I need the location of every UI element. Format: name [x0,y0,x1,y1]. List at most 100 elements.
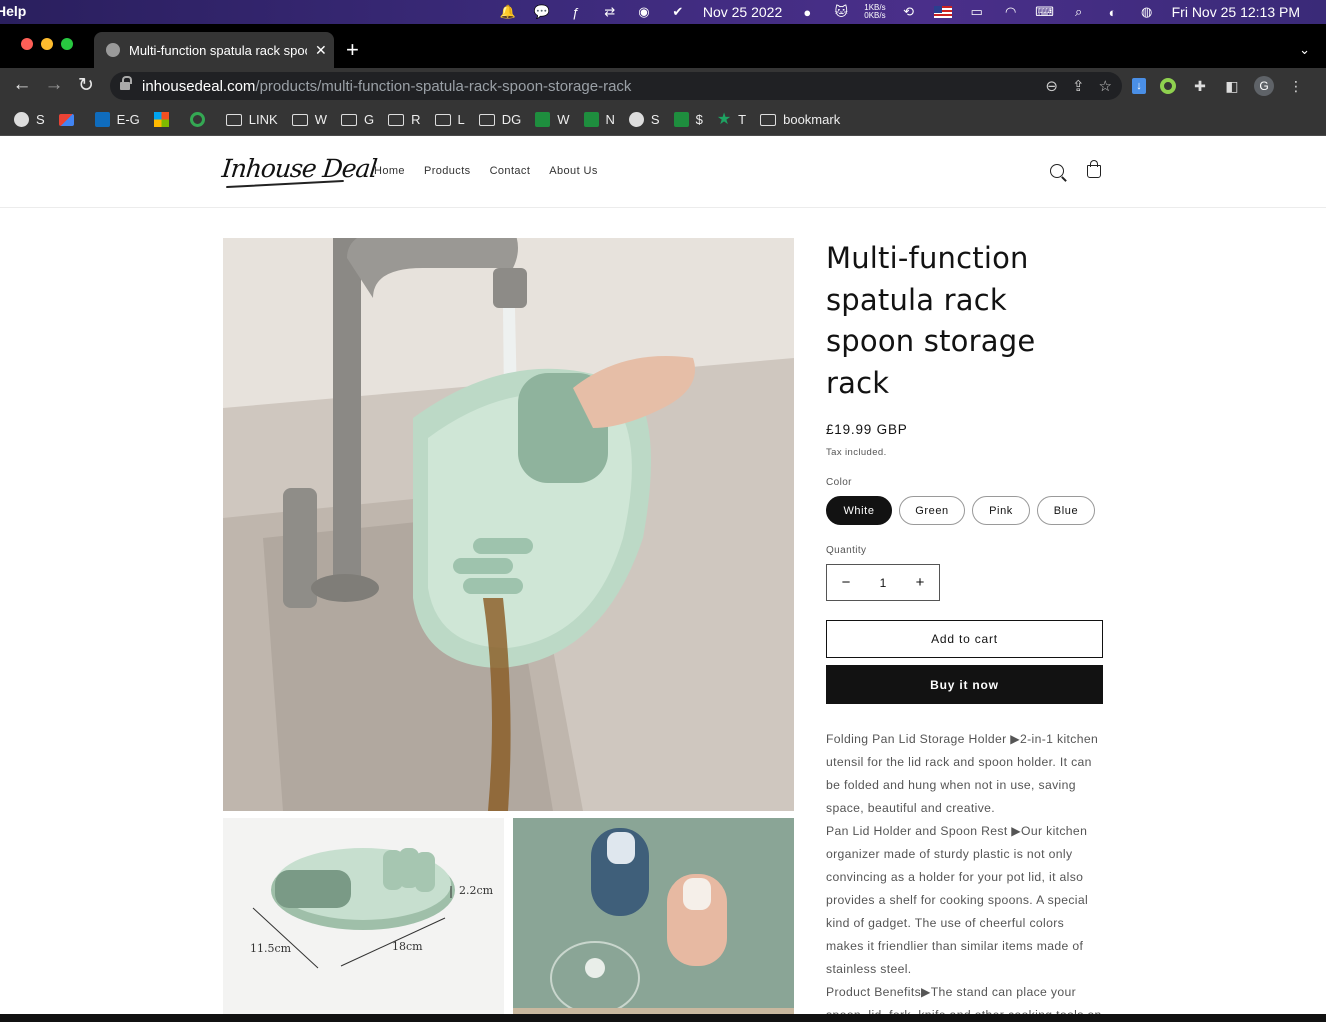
nav-about-us[interactable]: About Us [549,165,597,177]
color-option-green[interactable]: Green [899,496,965,525]
color-option-pink[interactable]: Pink [972,496,1030,525]
back-button[interactable]: ← [11,74,33,96]
search-icon[interactable] [1050,164,1064,178]
url-text[interactable]: inhousedeal.com/products/multi-function-… [142,78,631,95]
bookmark-label: bookmark [783,112,841,127]
wechat-icon[interactable]: 💬 [533,4,551,20]
bookmarks-bar: S E-G LINK W G R L DG W N S $ ★ Tbookmark [0,104,1326,136]
battery-icon[interactable]: ▭ [968,4,986,20]
media-icon[interactable]: ● [798,4,816,20]
bookmark-item[interactable] [153,112,176,127]
checkmark-app-icon[interactable]: ✔ [669,4,687,20]
bookmark-item[interactable]: W [291,112,327,127]
window-close-button[interactable] [21,38,33,50]
color-label: Color [826,477,852,488]
forward-button[interactable]: → [43,74,65,96]
bookmark-item[interactable]: N [583,112,615,127]
bookmark-item[interactable] [189,112,212,127]
nav-home[interactable]: Home [374,165,405,177]
zoom-icon[interactable]: ⊖ [1045,77,1058,95]
time-machine-icon[interactable]: ⟲ [900,4,918,20]
script-icon[interactable]: ƒ [567,4,585,20]
control-center-icon[interactable]: ◐ [1104,4,1122,20]
bookmark-item[interactable]: LINK [225,112,278,127]
bookmark-item[interactable]: S [14,112,45,127]
quantity-value[interactable]: 1 [880,576,887,590]
menubar-clock[interactable]: Fri Nov 25 12:13 PM [1172,4,1300,20]
quantity-label: Quantity [826,545,867,556]
color-option-blue[interactable]: Blue [1037,496,1095,525]
input-source-flag-icon[interactable] [933,4,952,20]
notification-bell-icon[interactable]: 🔔 [499,4,517,20]
product-main-image[interactable] [223,238,794,811]
window-bottom-edge [0,1014,1326,1022]
product-thumbnail-wall-mount[interactable] [513,818,794,1014]
ring-extension-icon[interactable] [1158,76,1178,96]
window-maximize-button[interactable] [61,38,73,50]
cat-icon[interactable]: 🐱 [832,4,850,20]
dimension-width-label: 11.5cm [250,942,292,955]
share-icon[interactable]: ⇪ [1072,77,1085,95]
web-page: Inhouse Deal Home Products Contact About… [0,136,1326,1014]
bookmark-item[interactable] [58,113,81,126]
side-panel-icon[interactable]: ◧ [1222,76,1242,96]
bookmark-item[interactable]: $ [673,112,703,127]
bookmark-item[interactable]: L [434,112,465,127]
wifi-icon[interactable]: ◠ [1002,4,1020,20]
cross-icon [673,112,689,127]
network-speed: 1KB/s 0KB/s [864,4,885,20]
folder-icon [340,113,357,126]
help-menu[interactable]: Help [0,3,26,19]
sink-scene-illustration [223,238,794,811]
product-thumbnail-dimensions[interactable]: 2.2cm 11.5cm 18cm [223,818,504,1014]
gmail-icon [58,113,74,126]
tab-close-icon[interactable]: ✕ [315,42,327,59]
bookmark-item[interactable]: ★ T [717,112,747,128]
bookmark-item[interactable]: DG [478,112,521,127]
profile-avatar[interactable]: G [1254,76,1274,96]
new-tab-button[interactable]: + [346,39,359,61]
bookmark-star-icon[interactable]: ☆ [1099,77,1112,95]
wall-mount-scene [513,818,794,1014]
folder-icon [434,113,451,126]
cross-icon [535,112,551,127]
nav-products[interactable]: Products [424,165,471,177]
store-logo[interactable]: Inhouse Deal [220,154,378,183]
window-minimize-button[interactable] [41,38,53,50]
store-nav: Home Products Contact About Us [374,165,598,177]
add-to-cart-button[interactable]: Add to cart [826,620,1103,658]
bookmark-item[interactable]: W [535,112,570,127]
mascot-icon[interactable]: ◉ [635,4,653,20]
menubar-date[interactable]: Nov 25 2022 [703,4,782,20]
teamviewer-icon[interactable]: ⇄ [601,4,619,20]
active-tab[interactable]: Multi-function spatula rack spoon storag… [94,32,334,68]
quantity-increment-button[interactable]: + [915,574,925,591]
bookmark-item[interactable]: E-G [94,112,140,127]
quantity-decrement-button[interactable]: − [841,574,851,591]
address-bar[interactable]: inhousedeal.com/products/multi-function-… [110,72,1122,100]
keyboard-icon[interactable]: ⌨ [1035,4,1054,20]
bookmark-item[interactable]: R [388,112,421,127]
color-options: White Green Pink Blue [826,496,1104,525]
bookmark-item[interactable]: S [628,112,660,127]
spotlight-search-icon[interactable]: ⌕ [1070,4,1088,20]
nav-contact[interactable]: Contact [490,165,531,177]
folder-icon [225,113,242,126]
bookmark-label: T [738,112,747,127]
product-price: £19.99 GBP [826,422,908,437]
microsoft-icon [153,112,169,127]
tab-search-chevron-icon[interactable]: ⌄ [1299,42,1310,58]
tab-title: Multi-function spatula rack spoon storag… [129,42,307,58]
cart-icon[interactable] [1087,160,1101,178]
bookmark-item[interactable]: bookmark [760,112,840,127]
siri-icon[interactable]: ◍ [1138,4,1156,20]
bookmark-label: G [363,112,375,127]
extensions-puzzle-icon[interactable]: ✚ [1190,76,1210,96]
buy-it-now-button[interactable]: Buy it now [826,665,1103,704]
browser-menu-icon[interactable]: ⋮ [1286,76,1306,96]
download-extension-icon[interactable]: ↓ [1132,78,1146,94]
lock-icon[interactable] [120,76,132,91]
reload-button[interactable]: ↻ [75,74,97,97]
color-option-white[interactable]: White [826,496,892,525]
bookmark-item[interactable]: G [340,112,375,127]
